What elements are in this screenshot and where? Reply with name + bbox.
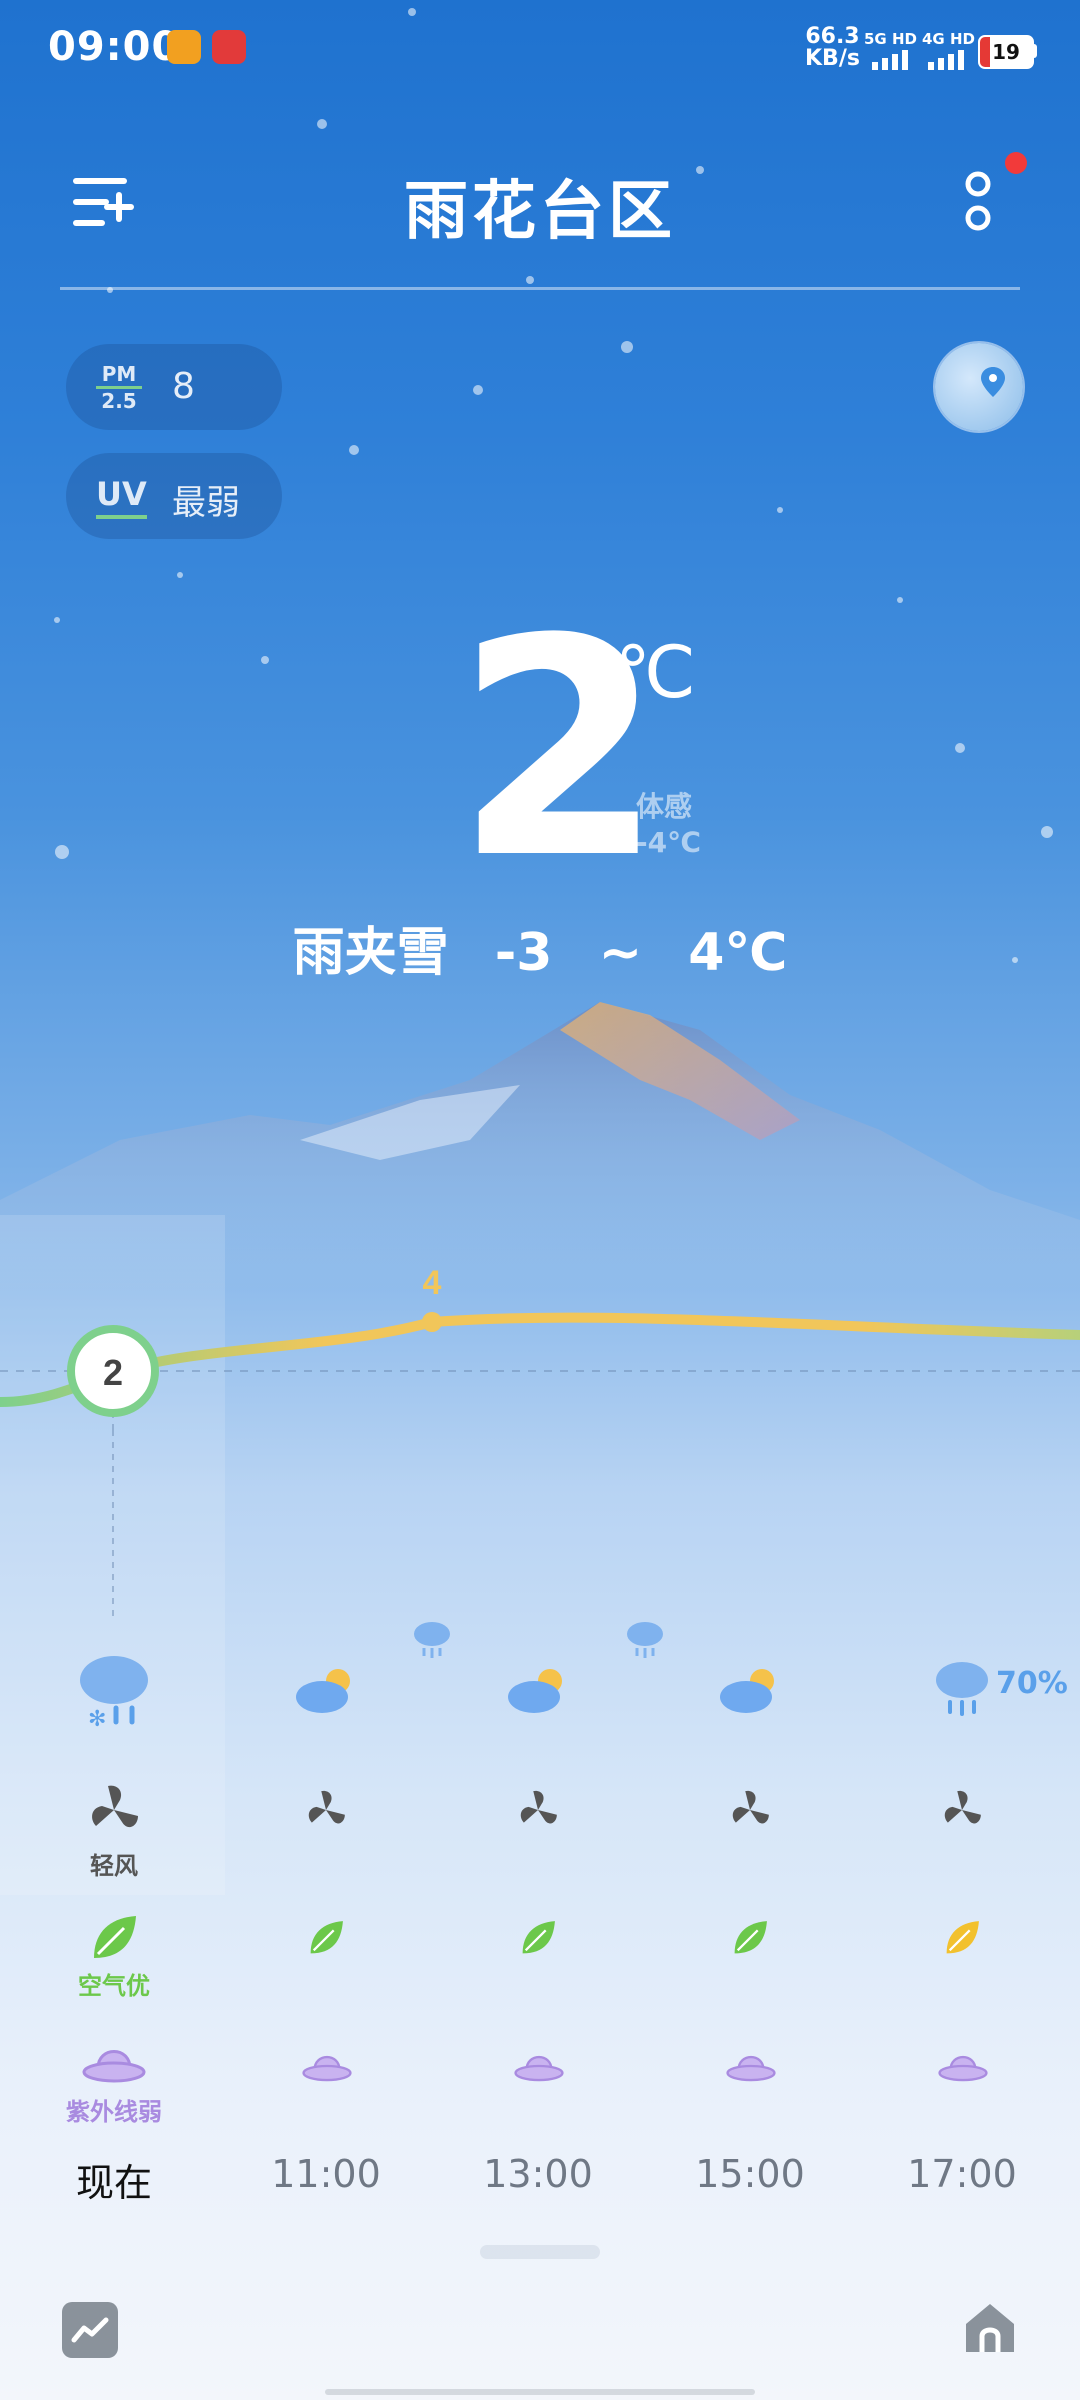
sun-hat-icon: [302, 2055, 352, 2082]
leaf-icon: [946, 1921, 979, 1954]
sun-hat-icon: [82, 2050, 146, 2083]
pm25-chip[interactable]: PM 2.5 8: [66, 344, 282, 430]
rain-icon: [936, 1662, 988, 1716]
wind-fan-icon: [520, 1790, 557, 1824]
pm25-value: 8: [172, 366, 195, 407]
uv-value: 最弱: [172, 483, 240, 523]
sun-hat-icon: [514, 2055, 564, 2082]
sun-hat-icon: [726, 2055, 776, 2082]
uv-chip[interactable]: UV 最弱: [66, 453, 282, 539]
uv-label: UV: [96, 475, 147, 519]
leaf-icon: [522, 1921, 555, 1954]
sleet-icon: ✻: [80, 1656, 148, 1730]
wind-caption: 轻风: [90, 1852, 138, 1880]
more-options-icon[interactable]: [962, 170, 994, 234]
time-label-1300[interactable]: 13:00: [458, 2152, 618, 2196]
pm-label-top: PM: [101, 362, 137, 386]
wind-fan-icon: [92, 1785, 138, 1828]
time-label-1100[interactable]: 11:00: [246, 2152, 406, 2196]
time-label-now[interactable]: 现在: [34, 2152, 194, 2207]
sim2-label: 4G HD: [922, 30, 975, 48]
partly-cloudy-icon: [296, 1669, 350, 1713]
weibo-notification-icon: [167, 30, 201, 64]
now-dashed-line: [112, 1430, 114, 1620]
temperature-range: -3 ~ 4℃: [494, 923, 788, 983]
pm25-label: PM 2.5: [96, 364, 142, 411]
map-button[interactable]: [935, 343, 1023, 431]
svg-text:✻: ✻: [88, 1707, 106, 1730]
location-pin-icon: [981, 367, 1005, 397]
partly-cloudy-icon: [508, 1669, 562, 1713]
uv-caption: 紫外线弱: [66, 2098, 162, 2126]
battery-low-fill: [980, 37, 990, 67]
net-speed-unit: KB/s: [805, 46, 860, 71]
rain-probability: 70%: [996, 1666, 1068, 1701]
weather-screen: 09:00 66.3 KB/s 5G HD 4G HD 19 雨花台区 PM 2…: [0, 0, 1080, 2400]
feels-like-label: 体感: [636, 790, 693, 823]
time-label-1700[interactable]: 17:00: [882, 2152, 1042, 2196]
wind-fan-icon: [732, 1790, 769, 1824]
trend-chart-icon: [71, 2317, 109, 2343]
condition-summary: 雨夹雪 -3 ~ 4℃: [0, 910, 1080, 985]
partly-cloudy-icon: [720, 1669, 774, 1713]
current-point-label: 2: [103, 1352, 123, 1393]
sim1-signal: 5G HD: [864, 30, 917, 74]
notification-dot: [1005, 152, 1027, 174]
leaf-icon: [734, 1921, 767, 1954]
trend-button[interactable]: [62, 2302, 118, 2358]
home-icon[interactable]: [962, 2300, 1018, 2356]
header-divider: [60, 287, 1020, 290]
sim2-signal: 4G HD: [922, 30, 975, 74]
status-time: 09:00: [48, 24, 181, 70]
wind-fan-icon: [308, 1790, 345, 1824]
leaf-icon: [94, 1916, 136, 1958]
condition-text: 雨夹雪: [292, 923, 449, 983]
network-speed: 66.3 KB/s: [805, 26, 860, 70]
peak-label: 4: [423, 1264, 442, 1302]
leaf-icon: [310, 1921, 343, 1954]
city-title[interactable]: 雨花台区: [0, 160, 1080, 252]
feels-like-value: -4℃: [636, 826, 702, 859]
temperature-unit: ℃: [615, 630, 696, 714]
sim1-label: 5G HD: [864, 30, 917, 48]
rain-marker-icon: [414, 1622, 450, 1658]
app-notification-icon: [212, 30, 246, 64]
curve-labels: 2 4: [103, 1264, 442, 1393]
sheet-handle[interactable]: [480, 2245, 600, 2259]
air-caption: 空气优: [78, 1972, 150, 2000]
signal-bars-icon: [928, 50, 964, 70]
pm-label-bottom: 2.5: [101, 389, 137, 413]
sun-hat-icon: [938, 2055, 988, 2082]
wind-fan-icon: [944, 1790, 981, 1824]
net-speed-value: 66.3: [805, 24, 860, 49]
home-indicator[interactable]: [325, 2389, 755, 2395]
time-label-1500[interactable]: 15:00: [670, 2152, 830, 2196]
rain-marker-icon: [627, 1622, 663, 1658]
battery-tip: [1033, 44, 1037, 58]
signal-bars-icon: [872, 50, 908, 70]
